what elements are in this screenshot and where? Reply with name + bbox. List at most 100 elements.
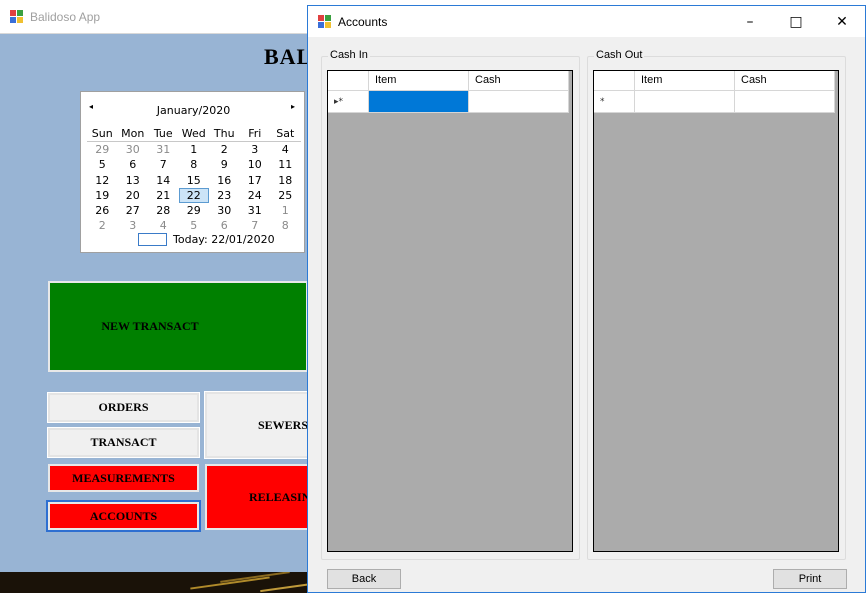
column-header-item[interactable]: Item xyxy=(635,71,735,91)
calendar-day[interactable]: 25 xyxy=(270,188,301,203)
calendar-day[interactable]: 8 xyxy=(179,157,210,172)
cash-out-grid-header: Item Cash xyxy=(594,71,835,91)
cash-out-grid[interactable]: Item Cash * xyxy=(593,70,839,552)
new-transact-button[interactable]: NEW TRANSACT xyxy=(48,281,308,372)
calendar-week: 5 6 7 8 9 10 11 xyxy=(87,157,301,172)
calendar-day[interactable]: 19 xyxy=(87,188,118,203)
calendar-day[interactable]: 16 xyxy=(209,173,240,188)
new-row-indicator-icon[interactable]: ▸* xyxy=(328,91,369,113)
item-cell[interactable] xyxy=(635,91,735,113)
calendar-day[interactable]: 4 xyxy=(270,142,301,157)
measurements-button[interactable]: MEASUREMENTS xyxy=(48,464,199,492)
calendar-day[interactable]: 7 xyxy=(148,157,179,172)
transact-button[interactable]: TRANSACT xyxy=(47,427,200,458)
main-window-title: Balidoso App xyxy=(30,10,101,24)
minimize-icon[interactable]: – xyxy=(727,6,773,37)
calendar-day[interactable]: 20 xyxy=(118,188,149,203)
calendar-day[interactable]: 28 xyxy=(148,203,179,218)
cash-in-grid[interactable]: Item Cash ▸* xyxy=(327,70,573,552)
calendar-week: 26 27 28 29 30 31 1 xyxy=(87,203,301,218)
column-header-cash[interactable]: Cash xyxy=(469,71,569,91)
cash-cell[interactable] xyxy=(735,91,835,113)
weekday-label: Wed xyxy=(181,127,206,140)
calendar-day[interactable]: 2 xyxy=(87,218,118,233)
accounts-window-title: Accounts xyxy=(338,15,388,29)
calendar-day[interactable]: 21 xyxy=(148,188,179,203)
calendar-weekday-header: Sun Mon Tue Wed Thu Fri Sat xyxy=(87,126,301,142)
calendar-day[interactable]: 3 xyxy=(118,218,149,233)
close-icon[interactable]: ✕ xyxy=(819,6,865,37)
cash-cell[interactable] xyxy=(469,91,569,113)
calendar-day[interactable]: 5 xyxy=(87,157,118,172)
weekday-label: Thu xyxy=(213,127,235,140)
calendar-day[interactable]: 10 xyxy=(240,157,271,172)
calendar-day[interactable]: 13 xyxy=(118,173,149,188)
calendar-day[interactable]: 3 xyxy=(240,142,271,157)
table-row: ▸* xyxy=(328,91,569,113)
cash-out-group: Cash Out Item Cash * xyxy=(587,49,846,560)
calendar-day[interactable]: 29 xyxy=(87,142,118,157)
accounts-window: Accounts – □ ✕ Cash In Item Cash ▸* Cash… xyxy=(307,5,866,593)
back-button[interactable]: Back xyxy=(327,569,401,589)
weekday-label: Fri xyxy=(248,127,262,140)
decorative-streak xyxy=(220,572,290,583)
calendar-day[interactable]: 6 xyxy=(118,157,149,172)
calendar-grid: Sun Mon Tue Wed Thu Fri Sat 29 30 31 1 2… xyxy=(87,126,301,234)
releasing-button[interactable]: RELEASIN xyxy=(205,464,315,530)
main-window: Balidoso App BAL ◂ ▸ January/2020 Sun Mo… xyxy=(0,0,320,593)
calendar-day[interactable]: 5 xyxy=(179,218,210,233)
calendar-day[interactable]: 30 xyxy=(209,203,240,218)
month-calendar[interactable]: ◂ ▸ January/2020 Sun Mon Tue Wed Thu Fri… xyxy=(80,91,305,253)
new-row-indicator-icon[interactable]: * xyxy=(594,91,635,113)
calendar-day[interactable]: 17 xyxy=(240,173,271,188)
calendar-day[interactable]: 12 xyxy=(87,173,118,188)
calendar-day[interactable]: 8 xyxy=(270,218,301,233)
calendar-day[interactable]: 14 xyxy=(148,173,179,188)
calendar-day[interactable]: 18 xyxy=(270,173,301,188)
calendar-month-label[interactable]: January/2020 xyxy=(81,104,306,117)
calendar-day[interactable]: 15 xyxy=(179,173,210,188)
calendar-today[interactable]: Today: 22/01/2020 xyxy=(138,233,275,246)
calendar-day[interactable]: 1 xyxy=(179,142,210,157)
calendar-day[interactable]: 23 xyxy=(209,188,240,203)
calendar-day[interactable]: 6 xyxy=(209,218,240,233)
calendar-day-selected[interactable]: 22 xyxy=(178,187,209,204)
calendar-day[interactable]: 24 xyxy=(240,188,271,203)
calendar-day[interactable]: 29 xyxy=(179,203,210,218)
calendar-day[interactable]: 31 xyxy=(240,203,271,218)
today-marker-icon xyxy=(138,233,167,246)
cash-in-label: Cash In xyxy=(328,49,370,61)
calendar-day[interactable]: 26 xyxy=(87,203,118,218)
column-header-cash[interactable]: Cash xyxy=(735,71,835,91)
background-image-strip xyxy=(0,572,320,593)
calendar-day[interactable]: 2 xyxy=(209,142,240,157)
calendar-day[interactable]: 7 xyxy=(240,218,271,233)
calendar-day[interactable]: 11 xyxy=(270,157,301,172)
orders-button[interactable]: ORDERS xyxy=(47,392,200,423)
calendar-week: 2 3 4 5 6 7 8 xyxy=(87,218,301,233)
weekday-label: Tue xyxy=(153,127,173,140)
maximize-icon[interactable]: □ xyxy=(773,6,819,37)
accounts-button[interactable]: ACCOUNTS xyxy=(46,500,201,532)
calendar-day[interactable]: 4 xyxy=(148,218,179,233)
column-header-item[interactable]: Item xyxy=(369,71,469,91)
calendar-day[interactable]: 27 xyxy=(118,203,149,218)
calendar-day[interactable]: 30 xyxy=(118,142,149,157)
sewers-button[interactable]: SEWERS xyxy=(204,391,316,459)
table-row: * xyxy=(594,91,835,113)
today-label[interactable]: Today: 22/01/2020 xyxy=(173,233,275,246)
app-heading: BAL xyxy=(264,44,313,69)
cash-out-label: Cash Out xyxy=(594,49,645,61)
item-cell[interactable] xyxy=(369,91,469,113)
calendar-day[interactable]: 1 xyxy=(270,203,301,218)
row-header-corner[interactable] xyxy=(594,71,635,91)
row-header-corner[interactable] xyxy=(328,71,369,91)
accounts-titlebar[interactable]: Accounts – □ ✕ xyxy=(308,6,865,37)
cash-in-group: Cash In Item Cash ▸* xyxy=(321,49,580,560)
calendar-week: 12 13 14 15 16 17 18 xyxy=(87,173,301,188)
calendar-day[interactable]: 9 xyxy=(209,157,240,172)
print-button[interactable]: Print xyxy=(773,569,847,589)
weekday-label: Sat xyxy=(276,127,295,140)
app-icon xyxy=(318,15,331,28)
calendar-day[interactable]: 31 xyxy=(148,142,179,157)
